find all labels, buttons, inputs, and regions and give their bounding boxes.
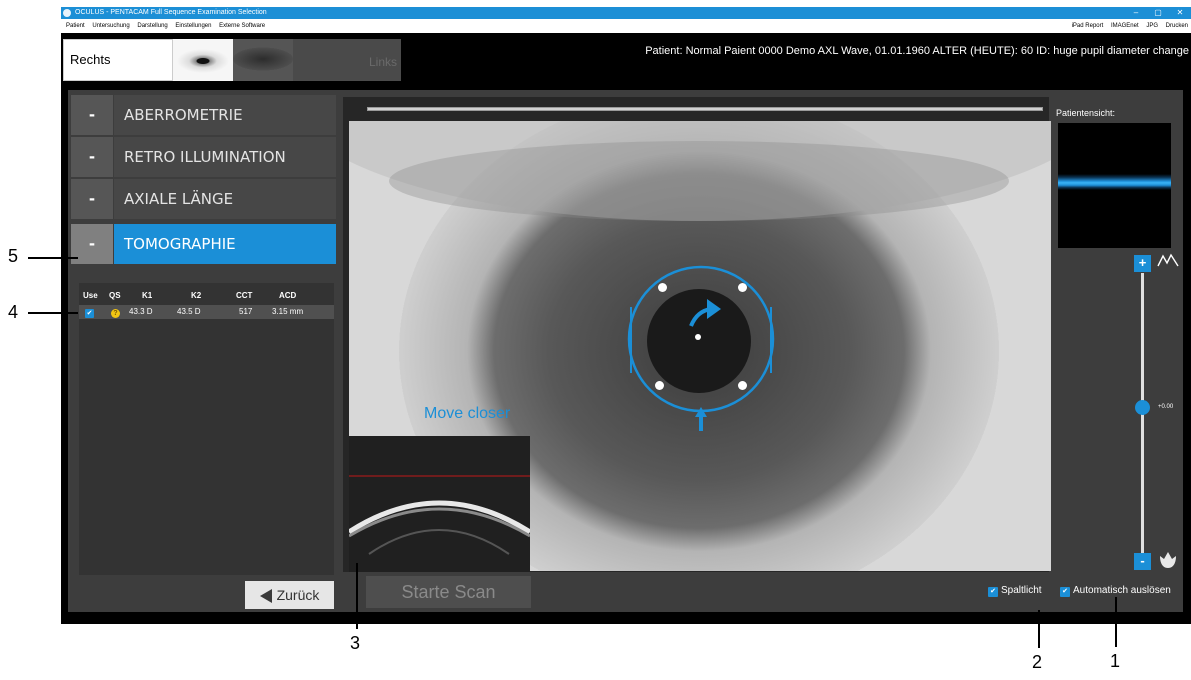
module-aberrometrie[interactable]: - ABERROMETRIE [71,95,336,137]
cell-k2: 43.5 D [177,307,201,316]
module-retro-illumination[interactable]: - RETRO ILLUMINATION [71,137,336,179]
callout-4: 4 [8,302,19,322]
callout-5: 5 [8,246,19,266]
callout-line-2 [1038,610,1040,648]
menu-darstellung[interactable]: Darstellung [137,23,167,29]
menu-ipad-report[interactable]: iPad Report [1072,23,1104,29]
menu-untersuchung[interactable]: Untersuchung [92,23,129,29]
module-label[interactable]: TOMOGRAPHIE [114,224,336,264]
collapse-button[interactable]: - [71,137,113,177]
minimize-button[interactable]: – [1125,7,1147,19]
auto-trigger-label: Automatisch auslösen [1073,585,1171,596]
module-tomographie[interactable]: - TOMOGRAPHIE [71,224,336,266]
menu-einstellungen[interactable]: Einstellungen [175,23,211,29]
module-axiale-laenge[interactable]: - AXIALE LÄNGE [71,179,336,221]
callout-1: 1 [1110,651,1121,671]
results-table: Use QS K1 K2 CCT ACD ✔ ? 43.3 D 43.5 D 5… [79,283,334,575]
col-acd: ACD [279,291,297,300]
tab-right-eye[interactable]: Rechts [63,39,173,81]
scheimpflug-preview [349,436,530,572]
flower-icon [1160,552,1176,568]
col-k2: K2 [191,291,202,300]
window-title: OCULUS - PENTACAM Full Sequence Examinat… [75,9,267,16]
focus-arrow-icon [689,299,721,327]
examination-panel: - ABERROMETRIE - RETRO ILLUMINATION - AX… [68,90,1183,612]
callout-line-5 [28,257,78,259]
slit-beam [1058,174,1171,190]
module-label[interactable]: ABERROMETRIE [114,95,336,135]
menu-externe-software[interactable]: Externe Software [219,23,265,29]
col-qs: QS [109,291,121,300]
back-button-label: Zurück [276,587,320,603]
module-label[interactable]: AXIALE LÄNGE [114,179,336,219]
patient-view-image [1058,123,1171,248]
menu-drucken[interactable]: Drucken [1166,23,1188,29]
maximize-button[interactable]: ▢ [1147,7,1169,19]
back-button[interactable]: Zurück [245,581,334,609]
collapse-button[interactable]: - [71,179,113,219]
patient-info: Patient: Normal Paient 0000 Demo AXL Wav… [645,45,1189,57]
pentacam-logo-icon [63,9,71,17]
close-button[interactable]: ✕ [1169,7,1191,19]
export-menu: iPad Report IMAGEnet JPG Drucken [1069,19,1191,33]
zoom-in-button[interactable]: + [1134,255,1151,272]
eye-selector: Rechts Links [63,39,401,81]
menu-jpg[interactable]: JPG [1146,23,1158,29]
collapse-button[interactable]: - [71,95,113,135]
focus-value: +0.00 [1158,404,1174,411]
left-eye-thumbnail[interactable] [233,39,293,81]
spaltlicht-checkbox[interactable]: ✔ Spaltlicht [988,585,1042,597]
menu-bar: Patient Untersuchung Darstellung Einstel… [61,19,1191,33]
menu-imagenet[interactable]: IMAGEnet [1111,23,1139,29]
spaltlicht-label: Spaltlicht [1001,585,1042,596]
alignment-hint: Move closer [424,405,511,422]
table-row[interactable]: ✔ ? 43.3 D 43.5 D 517 3.15 mm [79,305,334,319]
auto-trigger-checkbox[interactable]: ✔ Automatisch auslösen [1060,585,1171,597]
patient-view-label: Patientensicht: [1056,108,1116,118]
col-cct: CCT [236,291,253,300]
callout-2: 2 [1032,652,1043,672]
tab-left-eye[interactable]: Links [293,39,401,81]
right-eye-thumbnail[interactable] [173,39,233,81]
cell-acd: 3.15 mm [272,307,304,316]
focus-slider-handle[interactable] [1135,400,1150,416]
callout-3: 3 [350,633,361,653]
callout-line-4 [28,312,78,314]
callout-line-1 [1115,597,1117,647]
zoom-out-button[interactable]: - [1134,553,1151,570]
callout-line-3 [356,563,358,629]
main-menu: Patient Untersuchung Darstellung Einstel… [63,19,268,33]
col-k1: K1 [142,291,153,300]
cell-cct: 517 [239,307,253,316]
triangle-left-icon [259,589,272,604]
menu-patient[interactable]: Patient [66,23,85,29]
module-label[interactable]: RETRO ILLUMINATION [114,137,336,177]
mountain-icon [1157,253,1179,267]
cell-k1: 43.3 D [129,307,153,316]
title-bar: OCULUS - PENTACAM Full Sequence Examinat… [61,7,1191,19]
start-scan-button[interactable]: Starte Scan [366,576,531,608]
table-header: Use QS K1 K2 CCT ACD [79,289,334,303]
col-use: Use [83,291,98,300]
module-list: - ABERROMETRIE - RETRO ILLUMINATION - AX… [71,95,336,610]
checkbox-icon[interactable]: ✔ [988,587,998,597]
scan-progress-bar [367,107,1043,111]
checkbox-icon[interactable]: ✔ [1060,587,1070,597]
pentacam-window: OCULUS - PENTACAM Full Sequence Examinat… [61,7,1191,624]
